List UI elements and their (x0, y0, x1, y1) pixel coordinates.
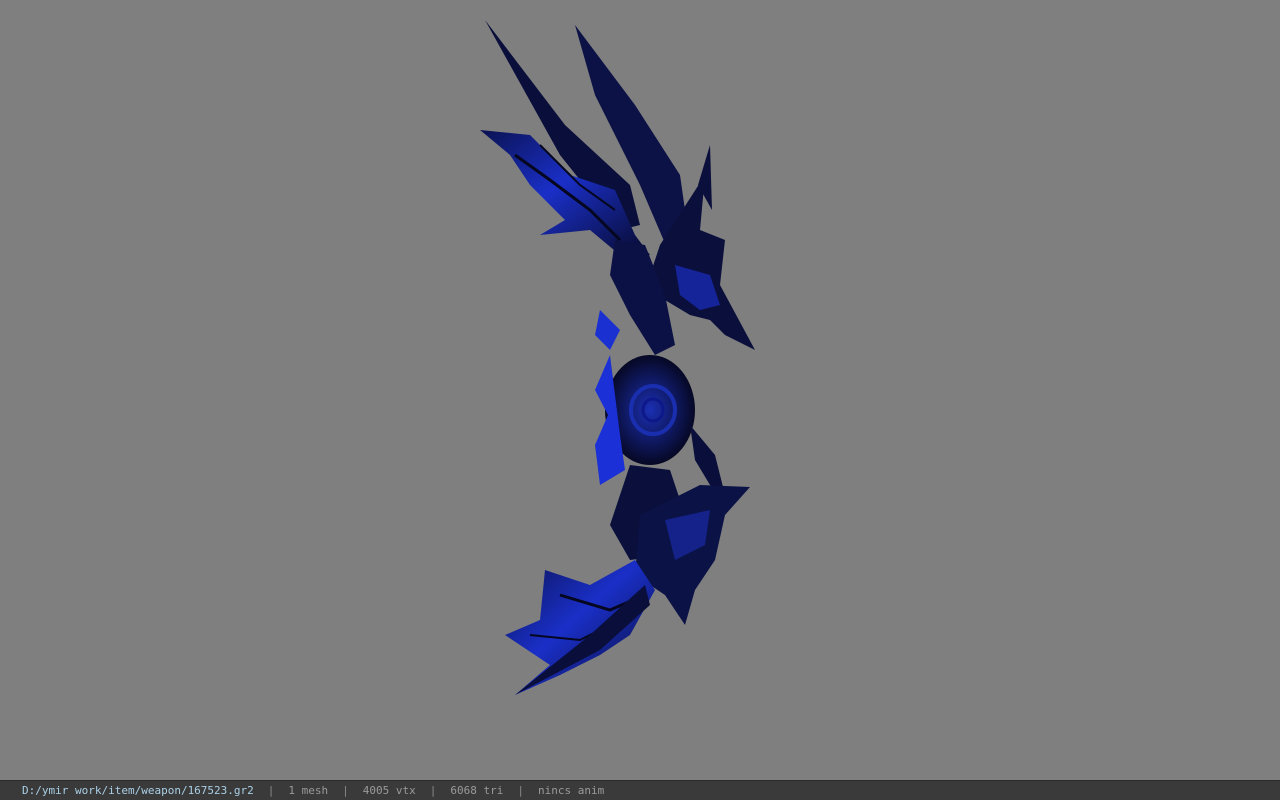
separator: | (517, 784, 525, 797)
core-claw-right (690, 425, 725, 495)
status-bar: D:/ymir work/item/weapon/167523.gr2 | 1 … (0, 780, 1280, 800)
animation-status: nincs anim (538, 784, 605, 797)
vertex-count: 4005 vtx (362, 784, 416, 797)
separator: | (267, 784, 275, 797)
lower-wing-membrane (505, 560, 655, 695)
3d-viewport[interactable] (0, 0, 1280, 780)
separator: | (342, 784, 349, 797)
mesh-count: 1 mesh (288, 784, 329, 797)
separator: | (429, 784, 437, 797)
bow-model-render[interactable] (470, 15, 770, 705)
file-path: D:/ymir work/item/weapon/167523.gr2 (22, 784, 254, 797)
triangle-count: 6068 tri (450, 784, 504, 797)
upper-limb-spike (595, 310, 620, 350)
